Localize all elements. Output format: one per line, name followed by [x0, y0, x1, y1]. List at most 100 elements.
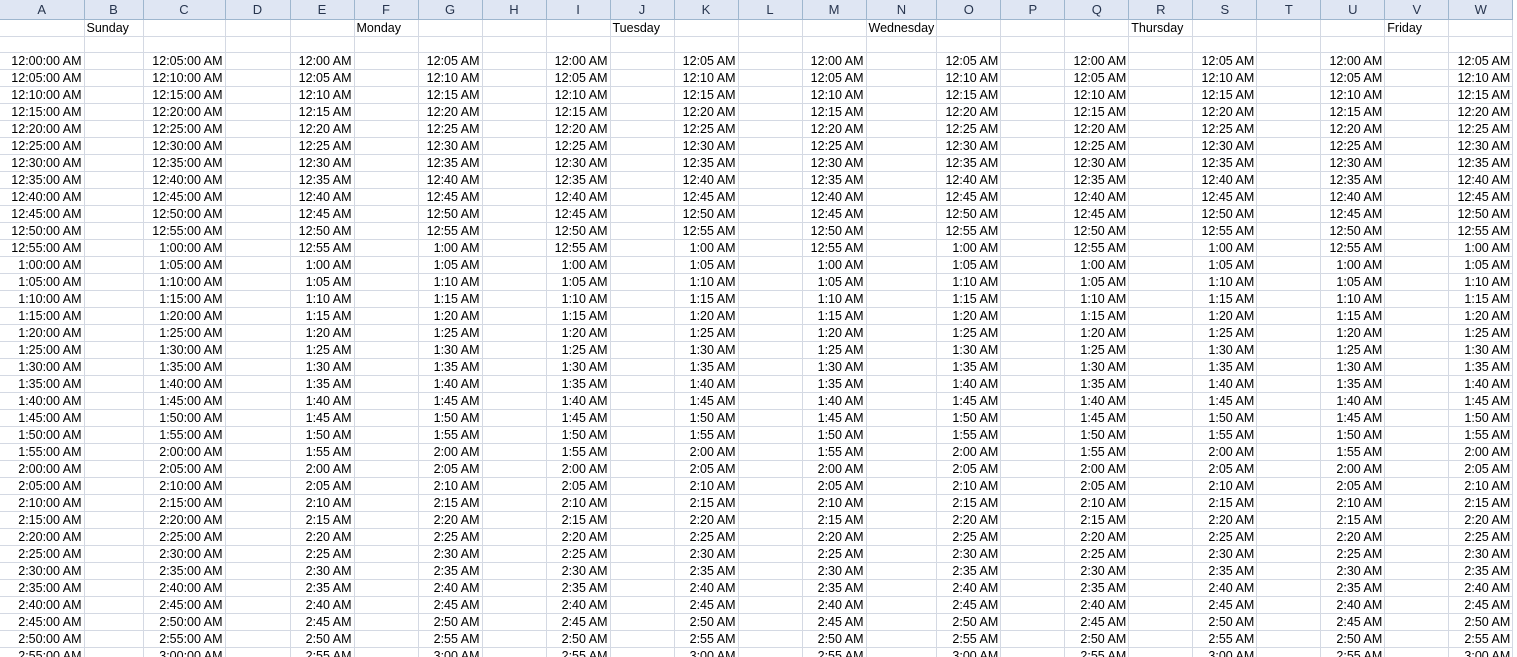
day-label[interactable]: Monday [354, 19, 419, 37]
cell[interactable]: 2:10 AM [546, 494, 611, 512]
cell[interactable]: 12:25 AM [546, 137, 611, 155]
cell[interactable] [866, 460, 938, 478]
cell[interactable] [610, 290, 675, 308]
cell[interactable] [1192, 19, 1258, 37]
cell[interactable]: 12:15:00 AM [0, 103, 85, 121]
cell[interactable]: 1:40:00 AM [0, 392, 85, 410]
cell[interactable]: 2:05 AM [1320, 477, 1386, 495]
cell[interactable]: 12:45 AM [290, 205, 355, 223]
cell[interactable]: 2:05 AM [674, 460, 739, 478]
cell[interactable]: 1:40 AM [802, 392, 867, 410]
cell[interactable]: 12:30 AM [1448, 137, 1514, 155]
cell[interactable] [866, 52, 938, 70]
cell[interactable]: 2:15:00 AM [143, 494, 226, 512]
cell[interactable] [225, 239, 291, 257]
cell[interactable]: 2:05 AM [418, 460, 483, 478]
cell[interactable] [1000, 460, 1066, 478]
cell[interactable]: 12:00 AM [1064, 52, 1130, 70]
cell[interactable] [354, 392, 419, 410]
cell[interactable]: 1:00 AM [1064, 256, 1130, 274]
cell[interactable] [738, 307, 803, 325]
cell[interactable] [1128, 290, 1194, 308]
cell[interactable] [225, 222, 291, 240]
cell[interactable] [610, 137, 675, 155]
cell[interactable] [610, 154, 675, 172]
cell[interactable]: 1:25 AM [1448, 324, 1514, 342]
column-header[interactable]: V [1384, 0, 1450, 20]
cell[interactable]: 2:30 AM [418, 545, 483, 563]
cell[interactable]: 12:20 AM [674, 103, 739, 121]
cell[interactable] [1128, 154, 1194, 172]
cell[interactable]: 12:40 AM [802, 188, 867, 206]
cell[interactable] [1384, 562, 1450, 580]
cell[interactable]: 1:35 AM [1448, 358, 1514, 376]
cell[interactable]: 1:20 AM [1320, 324, 1386, 342]
cell[interactable]: 12:20 AM [546, 120, 611, 138]
cell[interactable]: 1:15 AM [674, 290, 739, 308]
cell[interactable]: 2:45 AM [418, 596, 483, 614]
cell[interactable] [1384, 528, 1450, 546]
cell[interactable]: 2:10 AM [936, 477, 1002, 495]
cell[interactable]: 12:10 AM [936, 69, 1002, 87]
cell[interactable]: 2:25 AM [674, 528, 739, 546]
cell[interactable] [354, 154, 419, 172]
cell[interactable] [866, 103, 938, 121]
cell[interactable]: 12:45 AM [546, 205, 611, 223]
cell[interactable]: 2:30 AM [1320, 562, 1386, 580]
cell[interactable] [482, 375, 547, 393]
cell[interactable] [225, 137, 291, 155]
cell[interactable] [610, 613, 675, 631]
cell[interactable] [1256, 545, 1322, 563]
cell[interactable]: 1:00 AM [1320, 256, 1386, 274]
cell[interactable]: 1:25 AM [290, 341, 355, 359]
cell[interactable]: 1:45:00 AM [143, 392, 226, 410]
cell[interactable]: 1:45 AM [1320, 409, 1386, 427]
cell[interactable] [1384, 256, 1450, 274]
cell[interactable]: 1:00 AM [1192, 239, 1258, 257]
cell[interactable]: 2:40 AM [546, 596, 611, 614]
cell[interactable] [866, 545, 938, 563]
cell[interactable] [866, 579, 938, 597]
column-header[interactable]: B [84, 0, 144, 20]
cell[interactable] [354, 307, 419, 325]
cell[interactable]: 12:45 AM [936, 188, 1002, 206]
cell[interactable]: 1:40 AM [1320, 392, 1386, 410]
cell[interactable]: 12:40 AM [290, 188, 355, 206]
cell[interactable] [84, 477, 144, 495]
cell[interactable]: 12:10:00 AM [143, 69, 226, 87]
cell[interactable]: 12:00:00 AM [0, 52, 85, 70]
cell[interactable] [84, 273, 144, 291]
cell[interactable] [354, 494, 419, 512]
cell[interactable]: 2:55:00 AM [0, 647, 85, 657]
cell[interactable] [290, 19, 355, 37]
cell[interactable] [1256, 341, 1322, 359]
cell[interactable] [225, 171, 291, 189]
cell[interactable]: 1:00 AM [674, 239, 739, 257]
cell[interactable]: 12:25 AM [674, 120, 739, 138]
cell[interactable]: 12:25 AM [802, 137, 867, 155]
cell[interactable]: 12:30 AM [802, 154, 867, 172]
cell[interactable] [225, 477, 291, 495]
cell[interactable]: 2:30 AM [1192, 545, 1258, 563]
cell[interactable]: 12:45:00 AM [143, 188, 226, 206]
cell[interactable] [738, 171, 803, 189]
cell[interactable]: 12:50 AM [674, 205, 739, 223]
cell[interactable]: 2:15 AM [546, 511, 611, 529]
cell[interactable]: 12:20 AM [936, 103, 1002, 121]
cell[interactable] [1128, 647, 1194, 657]
cell[interactable] [610, 205, 675, 223]
cell[interactable]: 1:15 AM [802, 307, 867, 325]
cell[interactable]: 12:40 AM [1064, 188, 1130, 206]
cell[interactable]: 12:55 AM [1064, 239, 1130, 257]
cell[interactable] [354, 613, 419, 631]
cell[interactable]: 1:55 AM [1320, 443, 1386, 461]
cell[interactable]: 12:40 AM [674, 171, 739, 189]
cell[interactable]: 1:25:00 AM [143, 324, 226, 342]
cell[interactable]: 1:55 AM [290, 443, 355, 461]
cell[interactable] [1000, 528, 1066, 546]
cell[interactable]: 12:45 AM [1192, 188, 1258, 206]
cell[interactable] [1128, 36, 1194, 53]
cell[interactable] [1256, 426, 1322, 444]
cell[interactable] [1384, 477, 1450, 495]
cell[interactable]: 1:45 AM [546, 409, 611, 427]
